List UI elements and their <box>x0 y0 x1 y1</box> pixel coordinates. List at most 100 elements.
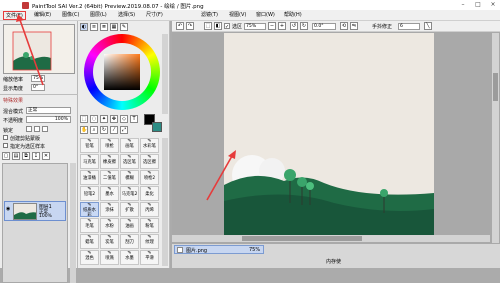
move-icon[interactable]: ✥ <box>110 115 118 123</box>
tool-slot[interactable]: ✎ 毛笔 <box>80 218 99 233</box>
copy-layer-icon[interactable]: ⧉ <box>22 152 30 160</box>
tool-slot[interactable]: ✎ 蜡笔 <box>80 234 99 249</box>
hand-icon[interactable]: ✋ <box>80 126 88 134</box>
invert-select-icon[interactable]: ◧ <box>214 22 222 30</box>
tool-slot[interactable]: ✎ 扩散 <box>120 202 139 217</box>
menu-select[interactable]: 选择(S) <box>116 11 137 20</box>
tool-slot[interactable]: ✎ 纸质水彩 <box>80 202 99 217</box>
stabilizer-select[interactable]: 6 <box>398 23 420 30</box>
lasso-icon[interactable]: ◌ <box>90 115 98 123</box>
rotation-field[interactable]: 0.0° <box>312 23 336 30</box>
new-folder-icon[interactable]: ▤ <box>12 152 20 160</box>
tool-slot[interactable]: ✎ 涂抹 <box>100 202 119 217</box>
tool-slot[interactable]: ✎ 混色 <box>80 250 99 265</box>
delete-layer-icon[interactable]: ✕ <box>42 152 50 160</box>
document-tab[interactable]: 图片.png 75% <box>174 245 264 254</box>
selection-sample-checkbox[interactable] <box>3 143 8 148</box>
eyedropper-icon[interactable]: ⁄ <box>110 126 118 134</box>
tool-slot[interactable]: ✎ 纹理 <box>140 234 159 249</box>
transform-icon[interactable]: ⤢ <box>120 126 128 134</box>
tool-slot[interactable]: ✎ 马克笔2 <box>120 186 139 201</box>
tool-slot[interactable]: ✎ 水粉 <box>100 218 119 233</box>
deselect-icon[interactable]: ⬚ <box>204 22 212 30</box>
zoom-in-icon[interactable]: + <box>278 22 286 30</box>
background-color-swatch[interactable] <box>152 122 162 132</box>
redo-icon[interactable]: ↷ <box>186 22 194 30</box>
nav-rotate-field[interactable]: 0° <box>31 84 45 91</box>
nav-zoom-field[interactable]: 75% <box>31 75 45 82</box>
flip-icon[interactable]: ⇋ <box>350 22 358 30</box>
rotate-left-icon[interactable]: ↺ <box>290 22 298 30</box>
tool-slot[interactable]: ✎ 马克笔 <box>80 154 99 169</box>
lock-transparency-icon[interactable] <box>26 126 32 132</box>
tool-slot[interactable]: ✎ 喷枪2 <box>140 170 159 185</box>
tool-slot[interactable]: ✎ 刮刀 <box>120 234 139 249</box>
hsv-slider-tab-icon[interactable]: ≣ <box>100 23 108 31</box>
tool-slot[interactable]: ✎ 选区笔 <box>120 154 139 169</box>
pen-pressure-icon[interactable]: ╲ <box>424 22 432 30</box>
layer-row[interactable]: ◉ 图层1 正常 100% <box>4 201 66 221</box>
color-panel-scrollbar[interactable] <box>162 34 168 114</box>
tool-slot[interactable]: ✎ 油漆桶 <box>80 170 99 185</box>
shape-icon[interactable]: ◇ <box>120 115 128 123</box>
rect-select-icon[interactable]: ⬚ <box>80 115 88 123</box>
tool-slot[interactable]: ✎ 铅笔 <box>80 138 99 153</box>
text-icon[interactable]: T <box>130 115 138 123</box>
blend-mode-select[interactable]: 正常 <box>26 107 71 114</box>
canvas-vertical-scrollbar[interactable] <box>492 33 499 243</box>
zoom-icon[interactable]: ⌕ <box>90 126 98 134</box>
minimize-icon[interactable]: – <box>456 0 470 10</box>
menu-file[interactable]: 文件(F) <box>3 11 26 20</box>
rgb-slider-tab-icon[interactable]: ≡ <box>90 23 98 31</box>
document-canvas[interactable] <box>224 33 434 236</box>
tool-slot[interactable]: ✎ 墨水 <box>100 186 119 201</box>
zoom-out-icon[interactable]: − <box>268 22 276 30</box>
rotate-right-icon[interactable]: ↻ <box>300 22 308 30</box>
tool-slot[interactable]: ✎ 铅笔2 <box>80 186 99 201</box>
swatch-tab-icon[interactable]: ▦ <box>110 23 118 31</box>
menu-filter[interactable]: 滤镜(T) <box>199 11 220 20</box>
menu-view[interactable]: 视图(V) <box>227 11 248 20</box>
lock-move-icon[interactable] <box>42 126 48 132</box>
navigator-preview[interactable] <box>3 24 75 74</box>
saturation-value-square[interactable] <box>104 54 140 90</box>
tool-slot[interactable]: ✎ 二值笔 <box>100 170 119 185</box>
tool-slot[interactable]: ✎ 水彩笔 <box>140 138 159 153</box>
reset-rotation-icon[interactable]: ⟲ <box>340 22 348 30</box>
tool-grid-scrollbar[interactable] <box>162 138 168 266</box>
color-wheel-tab-icon[interactable]: ◐ <box>80 23 88 31</box>
tool-slot[interactable]: ✎ 水墨 <box>120 250 139 265</box>
tool-slot[interactable]: ✎ 油画 <box>120 218 139 233</box>
close-icon[interactable]: × <box>486 0 500 10</box>
zoom-field[interactable]: 75% <box>244 23 266 30</box>
menu-edit[interactable]: 编辑(E) <box>32 11 53 20</box>
tool-slot[interactable]: ✎ 画笔 <box>120 138 139 153</box>
effects-section-title[interactable]: 特殊效果 <box>3 97 23 104</box>
opacity-slider[interactable]: 100% <box>26 116 71 123</box>
show-selection-checkbox[interactable]: ✓ <box>224 23 230 30</box>
tool-slot[interactable]: ✎ 选区擦 <box>140 154 159 169</box>
tool-slot[interactable]: ✎ 粉笔 <box>140 218 159 233</box>
merge-layer-icon[interactable]: ↧ <box>32 152 40 160</box>
tool-slot[interactable]: ✎ 炭笔 <box>100 234 119 249</box>
menu-size[interactable]: 尺寸(F) <box>144 11 165 20</box>
eye-icon[interactable]: ◉ <box>6 207 11 212</box>
lock-pixels-icon[interactable] <box>34 126 40 132</box>
tool-slot[interactable]: ✎ 平滑 <box>140 250 159 265</box>
tool-slot[interactable]: ✎ 喷溅 <box>100 250 119 265</box>
menu-window[interactable]: 窗口(W) <box>254 11 277 20</box>
scratchpad-tab-icon[interactable]: ✎ <box>120 23 128 31</box>
menu-help[interactable]: 帮助(H) <box>282 11 304 20</box>
magic-wand-icon[interactable]: ✦ <box>100 115 108 123</box>
tool-slot[interactable]: ✎ 橡皮擦 <box>100 154 119 169</box>
layer-scrollbar[interactable] <box>70 163 76 283</box>
canvas-horizontal-scrollbar[interactable] <box>172 235 490 242</box>
menu-image[interactable]: 图像(C) <box>60 11 81 20</box>
tool-slot[interactable]: ✎ 丙烯 <box>140 202 159 217</box>
menu-layer[interactable]: 图层(L) <box>88 11 109 20</box>
tool-slot[interactable]: ✎ 柔化 <box>140 186 159 201</box>
maximize-icon[interactable]: □ <box>471 0 485 10</box>
new-layer-icon[interactable]: ▢ <box>2 152 10 160</box>
rotate-icon[interactable]: ↻ <box>100 126 108 134</box>
color-wheel[interactable] <box>84 34 160 110</box>
